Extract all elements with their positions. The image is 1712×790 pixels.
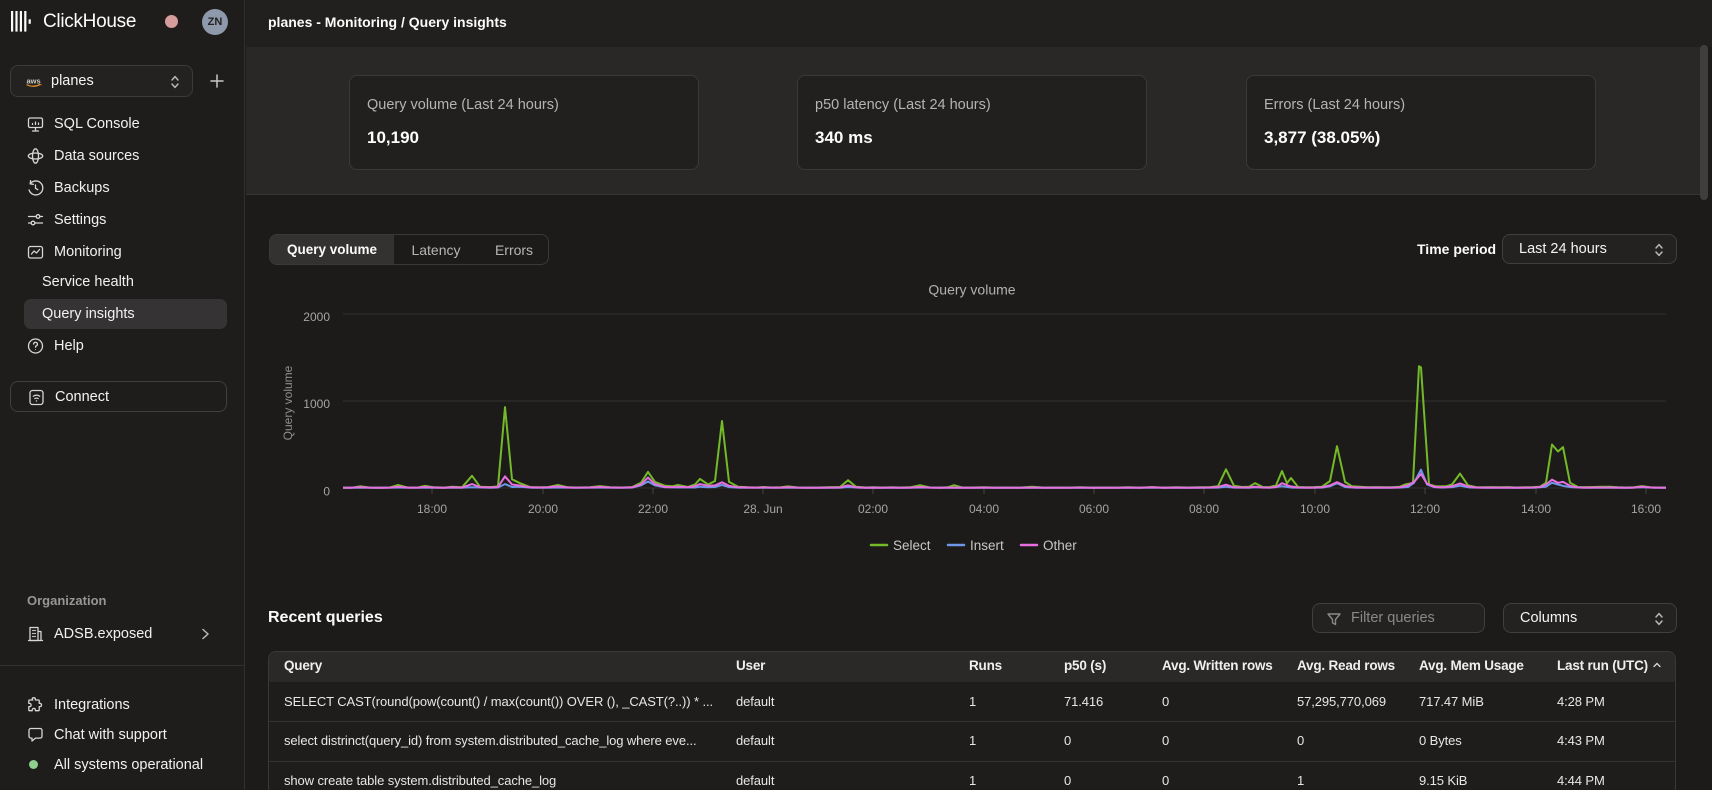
svg-text:0: 0 — [323, 484, 330, 498]
svg-text:Insert: Insert — [970, 538, 1004, 553]
svg-text:Query volume: Query volume — [281, 365, 295, 440]
svg-text:Select: Select — [893, 538, 931, 553]
svg-text:Query volume: Query volume — [928, 282, 1015, 298]
svg-text:28. Jun: 28. Jun — [743, 502, 782, 516]
svg-text:16:00: 16:00 — [1631, 502, 1661, 516]
svg-text:22:00: 22:00 — [638, 502, 668, 516]
svg-text:08:00: 08:00 — [1189, 502, 1219, 516]
svg-text:Other: Other — [1043, 538, 1077, 553]
svg-text:20:00: 20:00 — [528, 502, 558, 516]
svg-text:10:00: 10:00 — [1300, 502, 1330, 516]
svg-text:2000: 2000 — [303, 310, 330, 324]
svg-text:06:00: 06:00 — [1079, 502, 1109, 516]
svg-text:aws: aws — [27, 77, 41, 86]
svg-text:04:00: 04:00 — [969, 502, 999, 516]
svg-text:02:00: 02:00 — [858, 502, 888, 516]
svg-text:1000: 1000 — [303, 397, 330, 411]
svg-text:14:00: 14:00 — [1521, 502, 1551, 516]
svg-text:12:00: 12:00 — [1410, 502, 1440, 516]
svg-text:18:00: 18:00 — [417, 502, 447, 516]
